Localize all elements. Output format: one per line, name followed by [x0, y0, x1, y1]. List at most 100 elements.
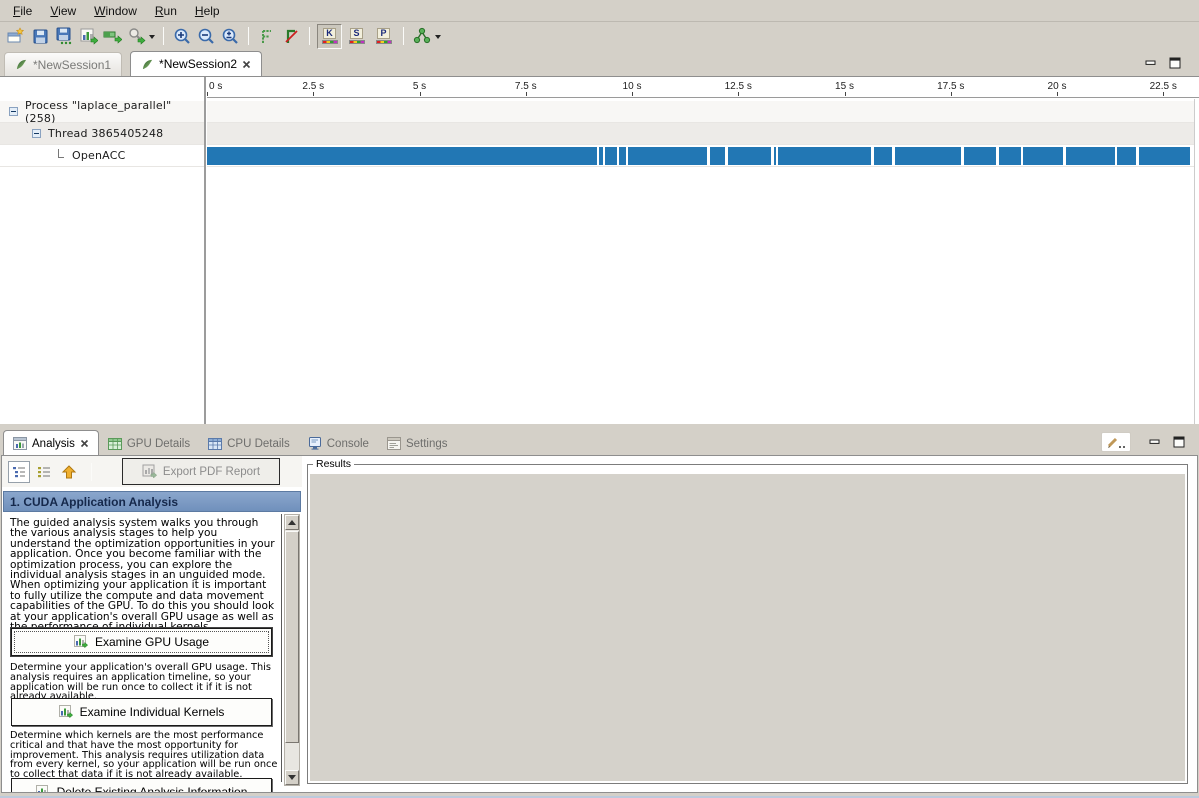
- session-tabbar: *NewSession1 *NewSession2: [0, 49, 1199, 76]
- examine-individual-kernels-desc: Determine which kernels are the most per…: [10, 731, 278, 780]
- analysis-view-content: Export PDF Report 1. CUDA Application An…: [1, 455, 1198, 793]
- menu-run[interactable]: Run: [146, 1, 186, 21]
- tab-label: Console: [327, 438, 369, 450]
- tab-label: *NewSession2: [159, 57, 237, 71]
- guided-analysis-icon[interactable]: [8, 461, 30, 483]
- kernel-mode-colorstrip: [322, 40, 338, 44]
- analysis-view-controls: [1101, 432, 1185, 452]
- process-mode-colorstrip: [376, 40, 392, 44]
- stream-mode-letter: S: [350, 28, 362, 39]
- tab-cpu-details[interactable]: CPU Details: [199, 431, 299, 456]
- thread-row-label: Thread 3865405248: [48, 127, 163, 140]
- analysis-chart-icon: [59, 705, 73, 719]
- openacc-row-label: OpenACC: [72, 149, 125, 162]
- tab-console[interactable]: Console: [299, 431, 378, 456]
- examine-individual-kernels-button[interactable]: Examine Individual Kernels: [11, 698, 272, 726]
- maximize-icon[interactable]: [1173, 436, 1185, 448]
- main-toolbar: K S P: [0, 23, 1199, 49]
- tree-row-openacc[interactable]: OpenACC: [0, 145, 204, 167]
- analysis-chart-icon: [74, 635, 88, 649]
- pencil-menu-button[interactable]: [1101, 432, 1131, 452]
- tab-settings[interactable]: Settings: [378, 431, 457, 456]
- toolbar-separator: [248, 27, 249, 45]
- process-color-mode-button[interactable]: P: [371, 24, 396, 49]
- zoom-fit-icon[interactable]: [218, 24, 242, 48]
- close-icon[interactable]: [242, 60, 251, 69]
- zoom-in-icon[interactable]: [170, 24, 194, 48]
- zoom-out-icon[interactable]: [194, 24, 218, 48]
- bottom-tabbar: Analysis GPU Details CPU Details: [0, 427, 457, 456]
- analysis-intro-text: The guided analysis system walks you thr…: [10, 518, 279, 632]
- timeline-panel: Process "laplace_parallel" (258) Thread …: [0, 76, 1199, 424]
- results-groupbox: Results: [307, 464, 1188, 784]
- tab-newsession1[interactable]: *NewSession1: [4, 52, 122, 76]
- toolbar-separator: [309, 27, 310, 45]
- tree-row-process[interactable]: Process "laplace_parallel" (258): [0, 101, 204, 123]
- scroll-down-button[interactable]: [285, 770, 299, 785]
- kernel-color-mode-button[interactable]: K: [317, 24, 342, 49]
- tab-label: *NewSession1: [33, 58, 111, 72]
- menu-file[interactable]: File: [4, 1, 41, 21]
- cpu-details-icon: [208, 438, 222, 450]
- timeline-row-thread: [207, 123, 1199, 145]
- stream-color-mode-button[interactable]: S: [344, 24, 369, 49]
- menu-help[interactable]: Help: [186, 1, 229, 21]
- tree-row-thread[interactable]: Thread 3865405248: [0, 123, 204, 145]
- generate-timeline-icon[interactable]: [100, 24, 124, 48]
- session-icon: [141, 58, 154, 71]
- new-session-icon[interactable]: [4, 24, 28, 48]
- menu-window[interactable]: Window: [85, 1, 146, 21]
- menu-view[interactable]: View: [41, 1, 85, 21]
- process-mode-letter: P: [377, 28, 389, 39]
- examine-gpu-usage-label: Examine GPU Usage: [95, 635, 209, 649]
- unguided-analysis-icon[interactable]: [33, 461, 55, 483]
- tab-gpu-details[interactable]: GPU Details: [99, 431, 199, 456]
- export-pdf-report-button[interactable]: Export PDF Report: [122, 458, 280, 485]
- scroll-up-button[interactable]: [285, 515, 299, 530]
- save-session-icon[interactable]: [28, 24, 52, 48]
- collapse-up-icon[interactable]: [58, 461, 80, 483]
- collapse-expander-icon[interactable]: [32, 129, 41, 138]
- tab-label: GPU Details: [127, 438, 190, 450]
- scrollbar-thumb[interactable]: [285, 531, 299, 743]
- delete-analysis-info-label: Delete Existing Analysis Information: [57, 785, 248, 793]
- save-all-icon[interactable]: [52, 24, 76, 48]
- examine-gpu-usage-button[interactable]: Examine GPU Usage: [11, 628, 272, 656]
- tab-newsession2[interactable]: *NewSession2: [130, 51, 262, 77]
- tree-layout-icon[interactable]: [410, 24, 434, 48]
- export-pdf-icon: [142, 464, 157, 479]
- pencil-icon: [1106, 435, 1126, 449]
- toolbar-separator: [403, 27, 404, 45]
- analysis-section-title: 1. CUDA Application Analysis: [10, 495, 178, 509]
- tab-label: CPU Details: [227, 438, 290, 450]
- minimize-icon[interactable]: [1145, 57, 1157, 69]
- close-icon[interactable]: [80, 439, 89, 448]
- analyze-dropdown-caret[interactable]: [149, 35, 155, 42]
- tab-analysis[interactable]: Analysis: [3, 430, 99, 457]
- analysis-scrollbar[interactable]: [284, 514, 300, 786]
- timeline-ruler: 0 s2.5 s5 s7.5 s10 s12.5 s15 s17.5 s20 s…: [207, 77, 1199, 98]
- collapse-expander-icon[interactable]: [9, 107, 18, 116]
- menubar: File View Window Run Help: [0, 0, 1199, 22]
- toolbar-separator: [163, 27, 164, 45]
- export-pdf-label: Export PDF Report: [163, 466, 260, 478]
- timeline-chart-pane[interactable]: 0 s2.5 s5 s7.5 s10 s12.5 s15 s17.5 s20 s…: [206, 77, 1199, 424]
- analyze-icon[interactable]: [124, 24, 148, 48]
- delete-analysis-info-button[interactable]: Delete Existing Analysis Information: [11, 778, 272, 793]
- kernel-mode-letter: K: [323, 28, 336, 39]
- marker-mode-icon[interactable]: [255, 24, 279, 48]
- results-label: Results: [313, 458, 354, 470]
- examine-individual-kernels-label: Examine Individual Kernels: [80, 705, 225, 719]
- minimize-icon[interactable]: [1149, 436, 1161, 448]
- openacc-timeline-bar[interactable]: [207, 147, 1199, 165]
- maximize-icon[interactable]: [1169, 57, 1181, 69]
- flag-mode-icon[interactable]: [279, 24, 303, 48]
- settings-icon: [387, 437, 401, 450]
- tree-layout-dropdown-caret[interactable]: [435, 35, 441, 42]
- analysis-content-border: [281, 514, 282, 782]
- timeline-right-edge: [1194, 99, 1199, 424]
- gpu-details-icon: [108, 438, 122, 450]
- analysis-section-header: 1. CUDA Application Analysis: [3, 491, 301, 512]
- process-row-label: Process "laplace_parallel" (258): [25, 99, 204, 125]
- profile-application-icon[interactable]: [76, 24, 100, 48]
